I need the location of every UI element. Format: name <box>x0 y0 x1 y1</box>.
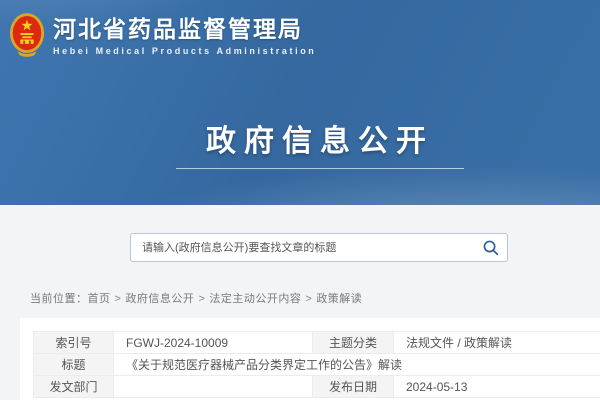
search-button[interactable] <box>473 234 507 261</box>
search-box <box>130 233 508 262</box>
issuing-dept-label: 发文部门 <box>34 376 114 398</box>
subject-category-label: 主题分类 <box>313 332 394 354</box>
table-row-index: 索引号 FGWJ-2024-10009 主题分类 法规文件 / 政策解读 <box>34 332 600 354</box>
subject-category-value: 法规文件 / 政策解读 <box>394 332 600 354</box>
hero-banner: 河北省药品监督管理局 Hebei Medical Products Admini… <box>0 0 600 205</box>
search-icon <box>482 239 499 256</box>
table-row-title: 标题 《关于规范医疗器械产品分类界定工作的公告》解读 <box>34 354 600 376</box>
org-name: 河北省药品监督管理局 <box>53 15 316 43</box>
org-name-english: Hebei Medical Products Administration <box>53 46 316 56</box>
index-number-value: FGWJ-2024-10009 <box>114 332 313 354</box>
site-logo[interactable]: 河北省药品监督管理局 Hebei Medical Products Admini… <box>8 11 316 59</box>
breadcrumb: 当前位置：首页>政府信息公开>法定主动公开内容>政策解读 <box>30 290 362 306</box>
breadcrumb-separator: > <box>115 293 122 305</box>
doc-title-label: 标题 <box>34 354 114 376</box>
table-row-department: 发文部门 发布日期 2024-05-13 <box>34 376 600 398</box>
publish-date-value: 2024-05-13 <box>394 376 600 398</box>
index-number-label: 索引号 <box>34 332 114 354</box>
breadcrumb-gov-info[interactable]: 政府信息公开 <box>125 293 194 305</box>
breadcrumb-statutory-disclosure[interactable]: 法定主动公开内容 <box>209 293 301 305</box>
banner-divider <box>176 168 464 169</box>
doc-title-value: 《关于规范医疗器械产品分类界定工作的公告》解读 <box>114 354 600 376</box>
document-meta-table: 索引号 FGWJ-2024-10009 主题分类 法规文件 / 政策解读 标题 … <box>33 331 600 398</box>
breadcrumb-prefix: 当前位置： <box>30 293 88 305</box>
breadcrumb-home[interactable]: 首页 <box>88 293 111 305</box>
page-title: 政府信息公开 <box>20 116 600 160</box>
document-panel: 索引号 FGWJ-2024-10009 主题分类 法规文件 / 政策解读 标题 … <box>20 318 600 400</box>
breadcrumb-separator: > <box>305 293 312 305</box>
search-input[interactable] <box>131 234 473 261</box>
issuing-dept-value <box>114 376 313 398</box>
breadcrumb-separator: > <box>198 293 205 305</box>
page: 河北省药品监督管理局 Hebei Medical Products Admini… <box>0 0 600 400</box>
breadcrumb-policy-interpretation[interactable]: 政策解读 <box>316 293 362 305</box>
publish-date-label: 发布日期 <box>313 376 394 398</box>
national-emblem-icon <box>8 11 46 59</box>
